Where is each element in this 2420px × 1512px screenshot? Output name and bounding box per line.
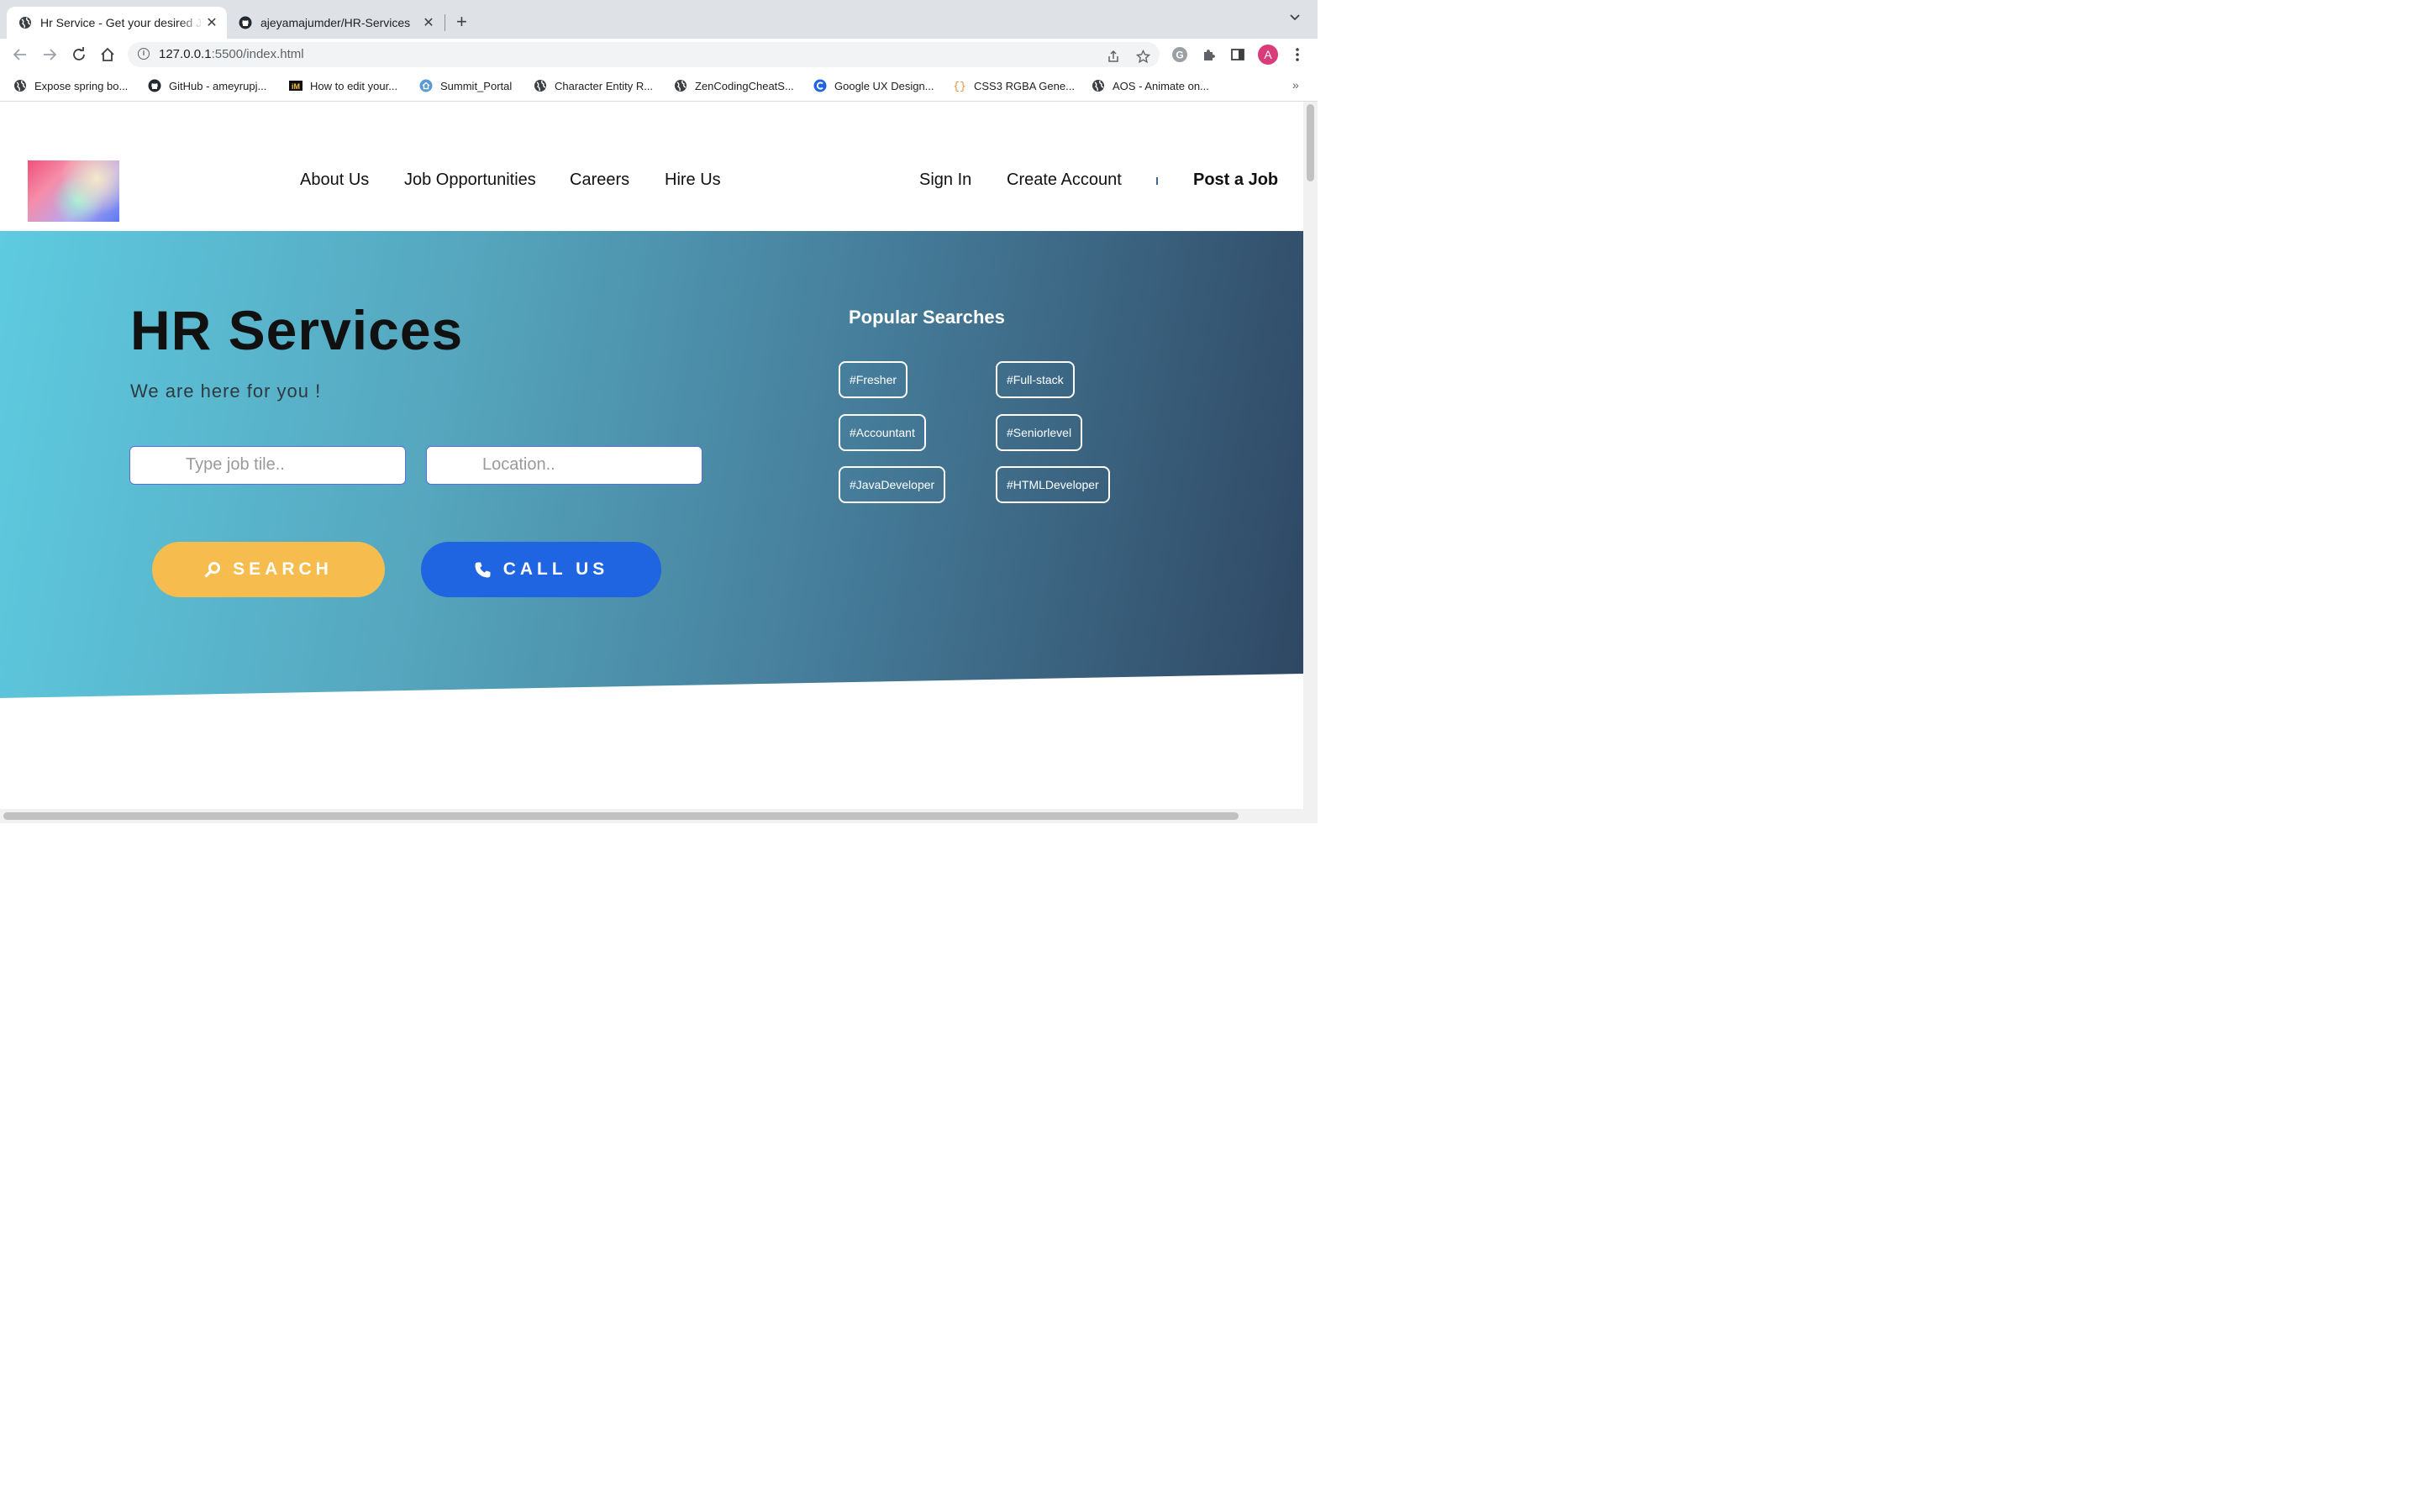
tag-chip[interactable]: #Seniorlevel — [996, 414, 1083, 451]
coursera-icon — [813, 79, 827, 92]
tab-github-repo[interactable]: ajeyamajumder/HR-Services ✕ — [227, 7, 444, 39]
location-input[interactable] — [481, 454, 694, 475]
bookmark-label: GitHub - ameyrupj... — [169, 79, 267, 92]
tag-chip[interactable]: #HTMLDeveloper — [996, 466, 1110, 503]
grammarly-extension-icon[interactable]: G — [1171, 46, 1188, 63]
tab-close-icon[interactable]: ✕ — [203, 14, 220, 31]
tag-chip[interactable]: #Fresher — [839, 361, 908, 398]
braces-icon: {} — [953, 79, 966, 93]
phone-icon — [474, 561, 492, 579]
hero-subtitle: We are here for you ! — [130, 381, 322, 402]
im-icon: iM — [289, 79, 302, 92]
bookmark-label: Expose spring bo... — [34, 79, 129, 92]
bookmark-item[interactable]: Character Entity R... — [534, 77, 653, 94]
hero-section: HR Services We are here for you ! SEARCH… — [0, 231, 1303, 698]
tab-search-chevron-icon[interactable] — [1289, 12, 1301, 26]
hero-title: HR Services — [130, 299, 464, 361]
horizontal-scrollbar[interactable] — [0, 809, 1303, 823]
bookmark-label: How to edit your... — [310, 79, 398, 92]
bookmark-label: CSS3 RGBA Gene... — [974, 79, 1075, 92]
bookmark-item[interactable]: AOS - Animate on... — [1092, 77, 1209, 94]
nav-careers[interactable]: Careers — [570, 171, 629, 190]
bookmark-item[interactable]: ZenCodingCheatS... — [674, 77, 794, 94]
bookmark-label: AOS - Animate on... — [1113, 79, 1209, 92]
nav-job-opportunities[interactable]: Job Opportunities — [404, 171, 536, 190]
location-field[interactable] — [426, 446, 702, 485]
bookmark-label: Google UX Design... — [834, 79, 934, 92]
bookmark-label: Character Entity R... — [555, 79, 654, 92]
bookmark-item[interactable]: Google UX Design... — [813, 77, 934, 94]
tab-strip: Hr Service - Get your desired Job ✕ ajey… — [0, 0, 1318, 39]
globe-icon — [1092, 79, 1105, 92]
bookmark-star-icon[interactable] — [1135, 49, 1150, 64]
more-vertical-icon[interactable] — [1289, 46, 1306, 63]
bookmark-item[interactable]: {} CSS3 RGBA Gene... — [953, 77, 1075, 94]
tab-title: Hr Service - Get your desired Job — [40, 16, 203, 29]
address-bar[interactable]: i 127.0.0.1:5500/index.html — [128, 42, 1160, 67]
bookmark-label: Summit_Portal — [440, 79, 513, 92]
search-button[interactable]: SEARCH — [152, 542, 385, 597]
bookmark-item[interactable]: Expose spring bo... — [13, 77, 128, 94]
tag-chip[interactable]: #Full-stack — [996, 361, 1075, 398]
site-info-icon[interactable]: i — [138, 48, 150, 60]
sign-in-link[interactable]: Sign In — [919, 171, 971, 190]
bookmark-item[interactable]: Summit_Portal — [419, 77, 512, 94]
site-logo[interactable] — [28, 160, 119, 222]
bookmarks-overflow-button[interactable]: » — [1292, 78, 1299, 92]
forward-arrow-icon[interactable] — [40, 45, 59, 64]
globe-icon — [534, 79, 547, 92]
post-job-link[interactable]: Post a Job — [1193, 171, 1278, 190]
share-icon[interactable] — [1106, 49, 1121, 64]
side-panel-icon[interactable] — [1229, 46, 1246, 63]
tab-title: ajeyamajumder/HR-Services — [260, 16, 411, 29]
home-badge-icon — [419, 79, 433, 92]
bookmarks-bar: Expose spring bo... GitHub - ameyrupj...… — [0, 71, 1318, 102]
tab-close-icon[interactable]: ✕ — [420, 14, 437, 31]
call-us-button-label: CALL US — [502, 559, 609, 579]
svg-text:{}: {} — [953, 81, 966, 93]
nav-about-us[interactable]: About Us — [300, 171, 369, 190]
call-us-button[interactable]: CALL US — [421, 542, 661, 597]
home-icon[interactable] — [98, 45, 117, 64]
job-title-field[interactable] — [129, 446, 406, 485]
profile-avatar[interactable]: A — [1258, 45, 1278, 65]
extensions-puzzle-icon[interactable] — [1201, 46, 1218, 63]
tag-chip[interactable]: #JavaDeveloper — [839, 466, 946, 503]
bookmark-item[interactable]: GitHub - ameyrupj... — [148, 77, 266, 94]
tab-hr-service[interactable]: Hr Service - Get your desired Job ✕ — [7, 7, 227, 39]
url-path: :5500/index.html — [211, 47, 304, 61]
vertical-scrollbar-thumb[interactable] — [1307, 104, 1314, 181]
globe-icon — [13, 79, 27, 92]
globe-icon — [674, 79, 687, 92]
browser-toolbar: i 127.0.0.1:5500/index.html G A — [0, 39, 1318, 71]
address-url: 127.0.0.1:5500/index.html — [159, 47, 304, 61]
github-icon — [239, 16, 252, 29]
svg-text:iM: iM — [292, 82, 300, 91]
search-icon — [204, 561, 221, 578]
nav-hire-us[interactable]: Hire Us — [665, 171, 721, 190]
popular-searches-title: Popular Searches — [849, 307, 1005, 328]
search-button-label: SEARCH — [233, 559, 333, 579]
nav-divider — [1156, 177, 1158, 185]
horizontal-scrollbar-thumb[interactable] — [3, 812, 1239, 820]
back-arrow-icon[interactable] — [11, 45, 29, 64]
globe-icon — [18, 16, 32, 29]
url-host: 127.0.0.1 — [159, 47, 212, 61]
create-account-link[interactable]: Create Account — [1007, 171, 1122, 190]
page-viewport: About Us Job Opportunities Careers Hire … — [0, 102, 1303, 809]
github-icon — [148, 79, 161, 92]
new-tab-button[interactable]: + — [456, 12, 467, 32]
bookmark-label: ZenCodingCheatS... — [695, 79, 794, 92]
job-title-input[interactable] — [184, 454, 397, 475]
svg-text:G: G — [1176, 50, 1183, 61]
reload-icon[interactable] — [70, 45, 88, 64]
tag-chip[interactable]: #Accountant — [839, 414, 926, 451]
vertical-scrollbar[interactable] — [1303, 102, 1318, 823]
bookmark-item[interactable]: iM How to edit your... — [289, 77, 397, 94]
